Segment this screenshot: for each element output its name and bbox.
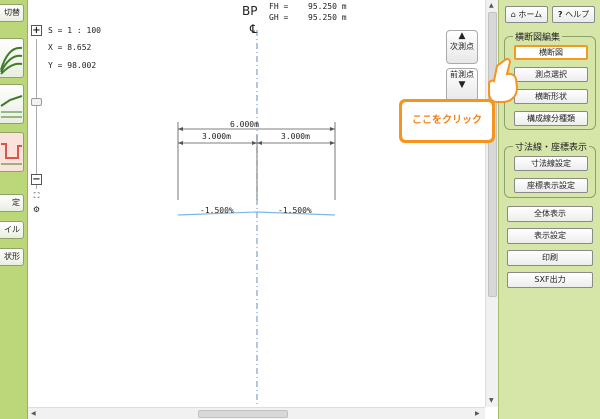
- left-file-button[interactable]: イル: [0, 221, 24, 239]
- button-label: 表示設定: [534, 231, 566, 240]
- coordinate-display-button[interactable]: 座標表示設定: [514, 178, 588, 193]
- next-station-button[interactable]: ▲ 次測点: [446, 30, 478, 64]
- scroll-up-icon[interactable]: ▲: [489, 2, 494, 9]
- cross-section-button[interactable]: [0, 132, 24, 172]
- button-label: 座標表示設定: [527, 181, 575, 190]
- left-shape-label: 状形: [4, 252, 20, 261]
- button-label: SXF出力: [534, 275, 566, 284]
- down-arrow-icon: ▼: [458, 80, 466, 90]
- help-label: ヘルプ: [565, 10, 590, 19]
- vertical-scroll-thumb[interactable]: [488, 12, 497, 297]
- arrow-icon: [330, 141, 335, 145]
- left-shape-button[interactable]: 状形: [0, 248, 24, 266]
- horizontal-scroll-thumb[interactable]: [198, 410, 288, 418]
- help-icon: ?: [557, 10, 563, 19]
- show-all-button[interactable]: 全体表示: [507, 206, 593, 222]
- left-slope-label: -1.500%: [200, 206, 234, 215]
- callout-text: ここをクリック: [402, 102, 492, 140]
- next-station-label: 次測点: [450, 42, 474, 51]
- profile-view-button[interactable]: [0, 84, 24, 124]
- switch-label: 切替: [4, 8, 20, 17]
- scroll-right-icon[interactable]: ▶: [475, 410, 480, 417]
- button-label: 印刷: [542, 253, 558, 262]
- plan-view-icon: [0, 46, 23, 75]
- help-button[interactable]: ? ヘルプ: [552, 6, 595, 23]
- home-button[interactable]: ⌂ ホーム: [505, 6, 548, 23]
- button-label: 横断図: [539, 48, 563, 57]
- scroll-left-icon[interactable]: ◀: [31, 410, 36, 417]
- group-title: 横断図編集: [513, 30, 563, 43]
- button-label: 横断形状: [535, 92, 567, 101]
- click-here-callout: ここをクリック: [399, 99, 495, 143]
- drawing-canvas[interactable]: S = 1 : 100 X = 8.652 Y = 98.002 BP ℄ FH…: [28, 0, 498, 419]
- switch-button[interactable]: 切替: [0, 4, 24, 22]
- pointing-hand-icon: [488, 57, 519, 103]
- print-button[interactable]: 印刷: [507, 250, 593, 266]
- sxf-export-button[interactable]: SXF出力: [507, 272, 593, 288]
- arrow-icon: [178, 141, 183, 145]
- arrow-icon: [178, 127, 183, 131]
- plan-view-button[interactable]: [0, 38, 24, 78]
- home-label: ホーム: [518, 10, 543, 19]
- arrow-icon: [252, 141, 257, 145]
- prev-station-button[interactable]: 前測点 ▼: [446, 68, 478, 102]
- button-label: 寸法線設定: [531, 159, 571, 168]
- arrow-icon: [330, 127, 335, 131]
- group-title: 寸法線・座標表示: [513, 140, 590, 153]
- arrow-icon: [257, 141, 262, 145]
- button-label: 測点選択: [535, 70, 567, 79]
- left-toolbar: 切替 定 イル 状形: [0, 0, 28, 419]
- scroll-down-icon[interactable]: ▼: [489, 397, 494, 404]
- horizontal-scrollbar[interactable]: ◀ ▶: [28, 407, 485, 419]
- left-file-label: イル: [4, 225, 20, 234]
- station-select-button[interactable]: 測点選択: [514, 67, 588, 82]
- up-arrow-icon: ▲: [458, 31, 466, 41]
- button-label: 構成線分種類: [527, 114, 575, 123]
- prev-station-label: 前測点: [450, 70, 474, 79]
- cross-section-button[interactable]: 横断図: [514, 45, 588, 60]
- cross-section-drawing: [177, 30, 336, 407]
- display-settings-button[interactable]: 表示設定: [507, 228, 593, 244]
- dimension-settings-button[interactable]: 寸法線設定: [514, 156, 588, 171]
- dimension-coordinate-group: 寸法線・座標表示 寸法線設定 座標表示設定: [504, 140, 596, 198]
- total-width-label: 6.000m: [230, 120, 259, 129]
- button-label: 全体表示: [534, 209, 566, 218]
- home-icon: ⌂: [510, 10, 516, 19]
- cross-shape-button[interactable]: 横断形状: [514, 89, 588, 104]
- profile-view-icon: [0, 95, 23, 118]
- left-setting-button[interactable]: 定: [0, 194, 24, 212]
- right-slope-label: -1.500%: [278, 206, 312, 215]
- left-width-label: 3.000m: [202, 132, 231, 141]
- right-width-label: 3.000m: [281, 132, 310, 141]
- segment-type-button[interactable]: 構成線分種類: [514, 111, 588, 126]
- left-setting-label: 定: [12, 198, 20, 207]
- cross-section-icon: [1, 143, 22, 165]
